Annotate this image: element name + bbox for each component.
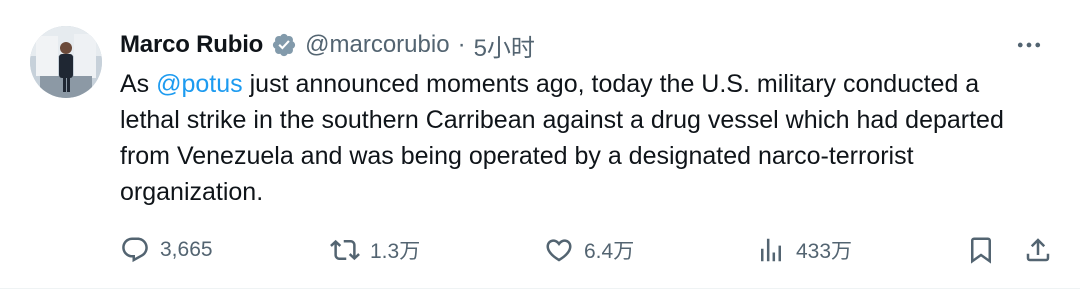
mention-link[interactable]: @potus [156,70,243,98]
user-handle[interactable]: @marcorubio [305,31,449,59]
bookmark-button[interactable] [966,232,996,268]
separator-dot: · [457,31,466,58]
reply-button[interactable]: 3,665 [120,232,213,268]
action-bar: 3,665 1.3万 6.4万 433万 [120,232,1055,268]
more-icon[interactable] [1012,30,1046,60]
display-name[interactable]: Marco Rubio [120,31,263,59]
bookmark-icon [966,235,996,265]
tweet-text-prefix: As [120,70,157,98]
repost-button[interactable]: 1.3万 [330,232,420,268]
reply-count: 3,665 [160,238,213,261]
like-icon [544,235,574,265]
repost-count: 1.3万 [370,240,421,263]
views-icon [756,235,786,265]
tweet-text: As @potus just announced moments ago, to… [120,66,1020,210]
verified-badge-icon [271,32,297,58]
timestamp[interactable]: 5小时 [474,28,535,63]
avatar[interactable] [30,26,102,98]
like-button[interactable]: 6.4万 [544,232,634,268]
share-icon [1023,235,1053,265]
tweet: Marco Rubio @marcorubio · 5小时 As @potus … [0,0,1080,289]
tweet-header: Marco Rubio @marcorubio · 5小时 [120,28,535,62]
avatar-image [30,26,102,98]
views-button[interactable]: 433万 [756,232,852,268]
views-count: 433万 [796,240,853,263]
share-button[interactable] [1023,232,1053,268]
repost-icon [330,235,360,265]
like-count: 6.4万 [584,240,635,263]
reply-icon [120,235,150,265]
tweet-text-body: just announced moments ago, today the U.… [120,70,1004,206]
